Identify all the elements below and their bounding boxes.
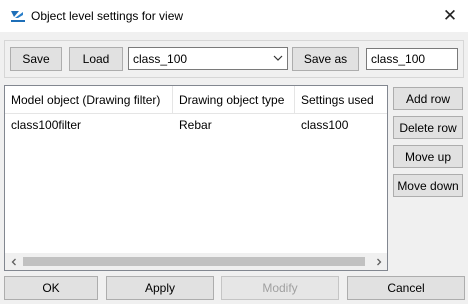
move-down-button[interactable]: Move down — [393, 174, 463, 197]
settings-table[interactable]: Model object (Drawing filter) Drawing ob… — [4, 85, 388, 271]
settings-dropdown-value: class_100 — [133, 51, 188, 66]
column-header-drawing-object-type[interactable]: Drawing object type — [173, 86, 295, 114]
column-header-model-object[interactable]: Model object (Drawing filter) — [5, 86, 173, 114]
save-as-name-input[interactable] — [366, 48, 458, 70]
table-row[interactable]: class100filter Rebar class100 — [5, 115, 387, 135]
title-bar: Object level settings for view ✕ — [0, 0, 468, 32]
ok-button[interactable]: OK — [4, 276, 98, 300]
load-button[interactable]: Load — [69, 47, 123, 71]
cell-drawing-object-type: Rebar — [179, 118, 212, 132]
cancel-button[interactable]: Cancel — [347, 276, 465, 300]
cell-model-object: class100filter — [11, 118, 82, 132]
delete-row-button[interactable]: Delete row — [393, 116, 463, 139]
column-header-settings-used[interactable]: Settings used — [295, 86, 387, 114]
save-button[interactable]: Save — [10, 47, 62, 71]
save-as-button[interactable]: Save as — [292, 47, 359, 71]
scroll-left-button[interactable] — [5, 253, 22, 270]
table-header: Model object (Drawing filter) Drawing ob… — [5, 86, 387, 114]
add-row-button[interactable]: Add row — [393, 87, 463, 110]
chevron-right-icon — [376, 258, 381, 265]
settings-dropdown[interactable]: class_100 — [128, 47, 288, 70]
window-title: Object level settings for view — [31, 9, 184, 23]
apply-button[interactable]: Apply — [106, 276, 214, 300]
chevron-left-icon — [11, 258, 16, 265]
move-up-button[interactable]: Move up — [393, 145, 463, 168]
horizontal-scrollbar[interactable] — [5, 253, 387, 270]
scrollbar-thumb[interactable] — [23, 257, 365, 266]
chevron-down-icon — [273, 55, 283, 61]
close-icon: ✕ — [442, 6, 458, 25]
modify-button[interactable]: Modify — [221, 276, 339, 300]
close-button[interactable]: ✕ — [432, 0, 468, 32]
cell-settings-used: class100 — [301, 118, 349, 132]
scroll-right-button[interactable] — [370, 253, 387, 270]
app-icon — [10, 9, 26, 23]
